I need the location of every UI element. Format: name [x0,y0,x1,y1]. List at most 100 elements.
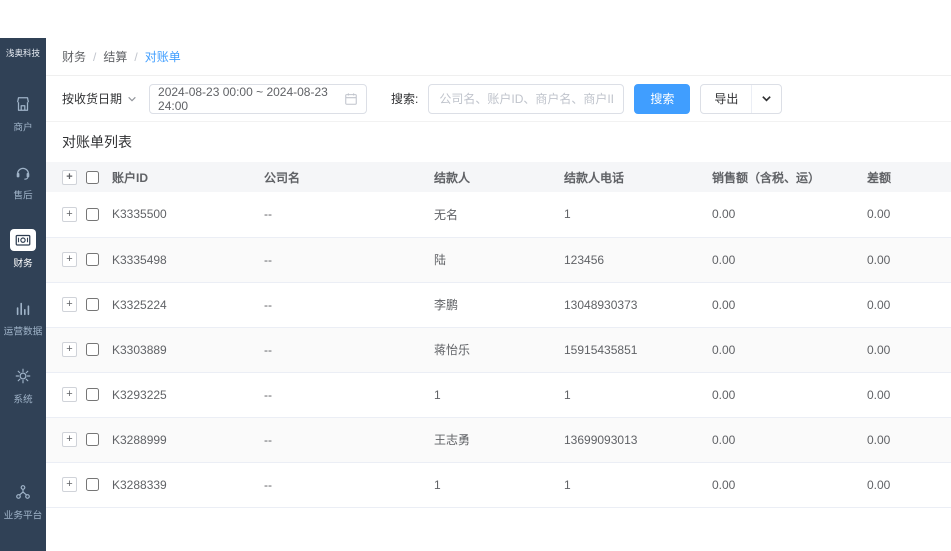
search-button[interactable]: 搜索 [634,83,691,114]
cell-payee-phone: 1 [562,192,710,238]
cell-payee-phone: 1 [562,372,710,418]
date-type-label: 按收货日期 [62,92,123,106]
sidebar-item-business-platform[interactable]: 业务平台 [0,475,46,529]
column-header-account-id: 账户ID [110,162,262,192]
cell-sales: 0.00 [710,462,865,508]
filter-toolbar: 按收货日期 2024-08-23 00:00 ~ 2024-08-23 24:0… [46,76,951,122]
calendar-icon [344,92,358,106]
column-header-payee: 结款人 [432,162,562,192]
row-checkbox[interactable] [86,298,99,311]
cell-company: -- [262,462,432,508]
table-row: K3325224 -- 李鹏 13048930373 0.00 0.00 [46,282,951,328]
table-row: K3288339 -- 1 1 0.00 0.00 [46,462,951,508]
cell-sales: 0.00 [710,417,865,463]
cell-account-id: K3288339 [110,462,262,508]
breadcrumb-separator: / [134,49,138,64]
sidebar-item-label: 售后 [13,190,33,202]
row-checkbox[interactable] [86,388,99,401]
bar-chart-icon [10,297,36,319]
sidebar-item-merchant[interactable]: 商户 [0,87,46,141]
sidebar-item-system[interactable]: 系统 [0,359,46,413]
table-row: K3288999 -- 王志勇 13699093013 0.00 0.00 [46,417,951,463]
sidebar-item-finance[interactable]: 财务 [0,223,46,277]
cell-sales: 0.00 [710,192,865,238]
sidebar-item-label: 财务 [13,258,33,270]
breadcrumb-separator: / [93,49,97,64]
sidebar-item-label: 运营数据 [3,326,43,338]
cell-payee: 1 [432,462,562,508]
cell-payee-phone: 123456 [562,237,710,283]
search-input[interactable] [428,83,625,114]
select-all-checkbox[interactable] [86,170,99,184]
breadcrumb-item-settlement[interactable]: 结算 [103,48,127,65]
cell-account-id: K3293225 [110,372,262,418]
cell-sales: 0.00 [710,282,865,328]
expand-row-button[interactable] [62,387,77,402]
cell-payee-phone: 15915435851 [562,327,710,373]
expand-row-button[interactable] [62,252,77,267]
cell-payee: 李鹏 [432,282,562,328]
date-range-input[interactable]: 2024-08-23 00:00 ~ 2024-08-23 24:00 [149,83,368,114]
page-title: 对账单列表 [62,134,132,150]
cell-company: -- [262,192,432,238]
cell-sales: 0.00 [710,327,865,373]
cell-payee: 1 [432,372,562,418]
sidebar-item-label: 商户 [13,122,33,134]
expand-row-button[interactable] [62,477,77,492]
column-header-sales: 销售额（含税、运） [710,162,865,192]
row-checkbox[interactable] [86,478,99,491]
cell-payee: 无名 [432,192,562,238]
expand-row-button[interactable] [62,342,77,357]
cell-difference: 0.00 [865,372,951,418]
sidebar-item-aftersales[interactable]: 售后 [0,155,46,209]
top-bar [0,0,951,38]
row-checkbox[interactable] [86,253,99,266]
expand-row-button[interactable] [62,297,77,312]
export-button[interactable]: 导出 [700,83,783,114]
sidebar-item-label: 系统 [13,394,33,406]
expand-all-button[interactable] [62,169,77,185]
table-row: K3303889 -- 蒋怡乐 15915435851 0.00 0.00 [46,327,951,373]
chevron-down-icon[interactable] [751,84,781,113]
app-logo: 浅奥科技 [5,48,41,58]
breadcrumb: 财务 / 结算 / 对账单 [46,38,951,76]
date-type-select[interactable]: 按收货日期 [62,90,137,107]
finance-bill-icon [10,229,36,251]
breadcrumb-item-finance[interactable]: 财务 [62,48,86,65]
cell-payee-phone: 1 [562,462,710,508]
cell-account-id: K3288999 [110,417,262,463]
breadcrumb-item-statement: 对账单 [144,50,181,64]
table-row: K3293225 -- 1 1 0.00 0.00 [46,372,951,418]
date-range-value: 2024-08-23 00:00 ~ 2024-08-23 24:00 [158,84,328,113]
app-shell: 浅奥科技 商户 售后 财务 运营数据 系统 业务平台 财务 / 结算 / 对账单… [0,38,951,551]
sidebar: 浅奥科技 商户 售后 财务 运营数据 系统 业务平台 [0,38,46,551]
search-label: 搜索: [391,92,419,106]
row-checkbox[interactable] [86,343,99,356]
cell-account-id: K3335498 [110,237,262,283]
cell-company: -- [262,372,432,418]
main-content: 财务 / 结算 / 对账单 按收货日期 2024-08-23 00:00 ~ 2… [46,38,951,551]
expand-row-button[interactable] [62,432,77,447]
cell-payee: 蒋怡乐 [432,327,562,373]
row-checkbox[interactable] [86,433,99,446]
column-header-company: 公司名 [262,162,432,192]
cell-payee-phone: 13699093013 [562,417,710,463]
gear-icon [10,365,36,387]
cell-difference: 0.00 [865,282,951,328]
cell-payee: 王志勇 [432,417,562,463]
sidebar-item-label: 业务平台 [3,510,43,522]
cell-account-id: K3335500 [110,192,262,238]
column-header-difference: 差额 [865,162,951,192]
cell-account-id: K3303889 [110,327,262,373]
org-nodes-icon [10,481,36,503]
sidebar-item-operations-data[interactable]: 运营数据 [0,291,46,345]
cell-difference: 0.00 [865,327,951,373]
cell-difference: 0.00 [865,237,951,283]
export-button-label: 导出 [714,92,739,106]
cell-sales: 0.00 [710,372,865,418]
column-header-payee-phone: 结款人电话 [562,162,710,192]
row-checkbox[interactable] [86,207,99,221]
storefront-icon [10,93,36,115]
expand-row-button[interactable] [62,206,77,222]
cell-company: -- [262,237,432,283]
